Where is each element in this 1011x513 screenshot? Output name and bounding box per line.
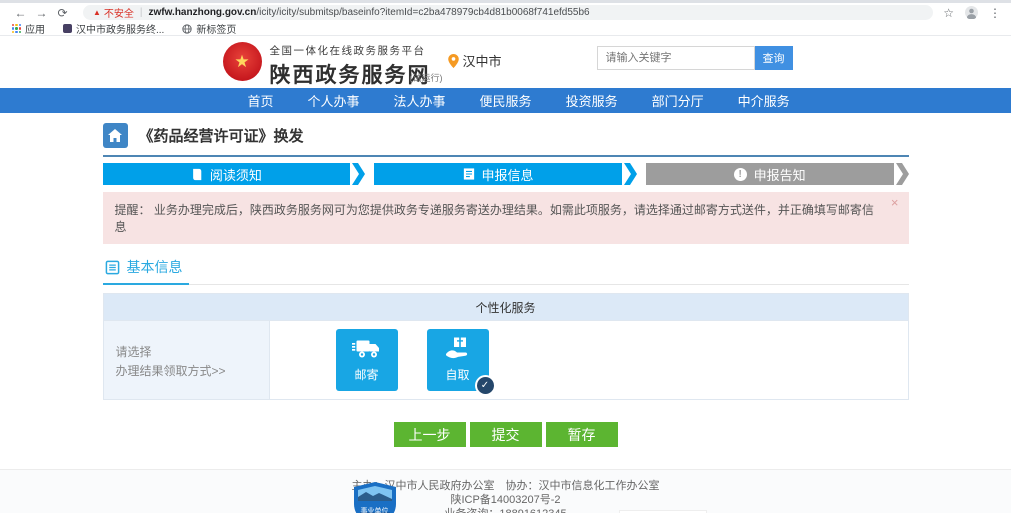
reminder-text: 提醒： 业务办理完成后，陕西政务服务网可为您提供政务专递服务寄送办理结果。如需此… — [115, 203, 874, 234]
section-tab-row: 基本信息 — [103, 257, 909, 285]
city-name: 汉中市 — [463, 51, 502, 70]
page-title-row: 《药品经营许可证》换发 — [103, 113, 909, 157]
footer-organizer-line: 主办：汉中市人民政府办公室 协办：汉中市信息化工作办公室 — [103, 479, 909, 493]
option-pickup[interactable]: 自取 ✓ — [427, 329, 489, 391]
site-header: ★ 全国一体化在线政务服务平台 陕西政务服务网 (试运行) 汉中市 查询 — [0, 36, 1011, 88]
institution-badge-label: 事业单位 — [354, 506, 396, 513]
forward-icon[interactable]: → — [31, 6, 52, 20]
step-label: 申报告知 — [754, 165, 806, 184]
back-icon[interactable]: ← — [10, 6, 31, 20]
nav-item-investment[interactable]: 投资服务 — [549, 91, 635, 110]
bookmark-apps[interactable]: 应用 — [12, 21, 45, 36]
bookmark-site-label: 汉中市政务服务终... — [76, 21, 164, 36]
reminder-alert: 提醒： 业务办理完成后，陕西政务服务网可为您提供政务专递服务寄送办理结果。如需此… — [103, 192, 909, 244]
site-name: 陕西政务服务网 — [270, 59, 431, 89]
bookmark-site[interactable]: 汉中市政务服务终... — [63, 21, 164, 36]
bookmark-star-icon[interactable]: ☆ — [943, 6, 954, 20]
document-icon — [105, 260, 120, 275]
nav-item-convenience[interactable]: 便民服务 — [463, 91, 549, 110]
exclamation-icon: ! — [734, 168, 747, 181]
step-arrow-icon — [624, 163, 637, 185]
site-footer: 事业单位 主办：汉中市人民政府办公室 协办：汉中市信息化工作办公室 陕ICP备1… — [0, 469, 1011, 513]
result-delivery-label: 请选择 办理结果领取方式>> — [104, 321, 270, 399]
nav-item-home[interactable]: 首页 — [231, 91, 291, 110]
globe-icon — [182, 24, 192, 34]
location-pin-icon — [448, 54, 459, 68]
url-divider: | — [140, 7, 143, 18]
nav-item-legal[interactable]: 法人办事 — [377, 91, 463, 110]
option-mail-label: 邮寄 — [354, 366, 378, 383]
page-title: 《药品经营许可证》换发 — [139, 125, 304, 146]
bookmark-newtab-label: 新标签页 — [196, 21, 236, 36]
institution-badge: 事业单位 — [354, 482, 396, 513]
nav-item-departments[interactable]: 部门分厅 — [635, 91, 721, 110]
step-declaration-info[interactable]: 申报信息 — [374, 163, 637, 185]
step-declaration-notice[interactable]: ! 申报告知 — [646, 163, 909, 185]
option-mail[interactable]: 邮寄 — [336, 329, 398, 391]
main-nav: 首页 个人办事 法人办事 便民服务 投资服务 部门分厅 中介服务 — [0, 88, 1011, 113]
step-arrow-icon — [352, 163, 365, 185]
step-read-notice[interactable]: 阅读须知 — [103, 163, 366, 185]
tab-basic-info[interactable]: 基本信息 — [103, 257, 189, 285]
table-header: 个性化服务 — [104, 294, 908, 320]
home-icon[interactable] — [103, 123, 128, 148]
step-label: 阅读须知 — [210, 165, 262, 184]
bookmarks-bar: 应用 汉中市政务服务终... 新标签页 — [0, 22, 1011, 36]
nav-item-personal[interactable]: 个人办事 — [291, 91, 377, 110]
previous-step-button[interactable]: 上一步 — [394, 422, 466, 447]
screen: ← → ⟳ ▲ 不安全 | zwfw.hanzhong.gov.cn/icity… — [0, 0, 1011, 513]
footer-consult-line: 业务咨询：18891612345 — [103, 507, 909, 513]
search-input[interactable] — [597, 46, 755, 70]
nav-item-intermediary[interactable]: 中介服务 — [721, 91, 807, 110]
url-domain: zwfw.hanzhong.gov.cn — [149, 7, 257, 18]
step-arrow-icon — [896, 163, 909, 185]
form-actions: 上一步 提交 暂存 — [103, 422, 909, 447]
national-emblem-logo: ★ — [223, 42, 262, 81]
selected-check-icon: ✓ — [475, 375, 496, 396]
browser-menu-icon[interactable]: ⋮ — [989, 6, 1001, 20]
footer-info: 主办：汉中市人民政府办公室 协办：汉中市信息化工作办公室 陕ICP备140032… — [103, 470, 909, 513]
bookmark-apps-label: 应用 — [25, 21, 45, 36]
url-field[interactable]: ▲ 不安全 | zwfw.hanzhong.gov.cn/icity/icity… — [83, 5, 933, 20]
reload-icon[interactable]: ⟳ — [52, 6, 73, 20]
form-icon — [463, 168, 475, 180]
save-draft-button[interactable]: 暂存 — [546, 422, 618, 447]
url-path: /icity/icity/submitsp/baseinfo?itemId=c2… — [256, 7, 589, 18]
progress-steps: 阅读须知 申报信息 — [103, 163, 909, 185]
profile-avatar[interactable] — [965, 6, 978, 19]
book-icon — [191, 168, 203, 181]
tab-basic-info-label: 基本信息 — [127, 257, 183, 277]
footer-icp-line: 陕ICP备14003207号-2 — [103, 493, 909, 507]
hand-box-icon — [444, 337, 472, 363]
browser-address-bar: ← → ⟳ ▲ 不安全 | zwfw.hanzhong.gov.cn/icity… — [0, 3, 1011, 22]
platform-line: 全国一体化在线政务服务平台 — [270, 43, 431, 58]
step-label: 申报信息 — [482, 165, 534, 184]
personalized-service-table: 个性化服务 请选择 办理结果领取方式>> — [103, 293, 909, 400]
insecure-warning-icon: ▲ — [93, 8, 101, 17]
search-button[interactable]: 查询 — [755, 46, 793, 70]
trial-label: (试运行) — [410, 71, 443, 84]
site-favicon — [63, 24, 72, 33]
truck-icon — [352, 337, 382, 363]
security-label[interactable]: 不安全 — [104, 5, 134, 20]
bookmark-newtab[interactable]: 新标签页 — [182, 21, 236, 36]
apps-grid-icon — [12, 24, 21, 33]
city-selector[interactable]: 汉中市 — [448, 51, 502, 70]
option-pickup-label: 自取 — [445, 366, 469, 383]
delivery-options: 邮寄 自取 ✓ — [270, 321, 908, 399]
submit-button[interactable]: 提交 — [470, 422, 542, 447]
alert-close-icon[interactable]: × — [891, 195, 899, 210]
